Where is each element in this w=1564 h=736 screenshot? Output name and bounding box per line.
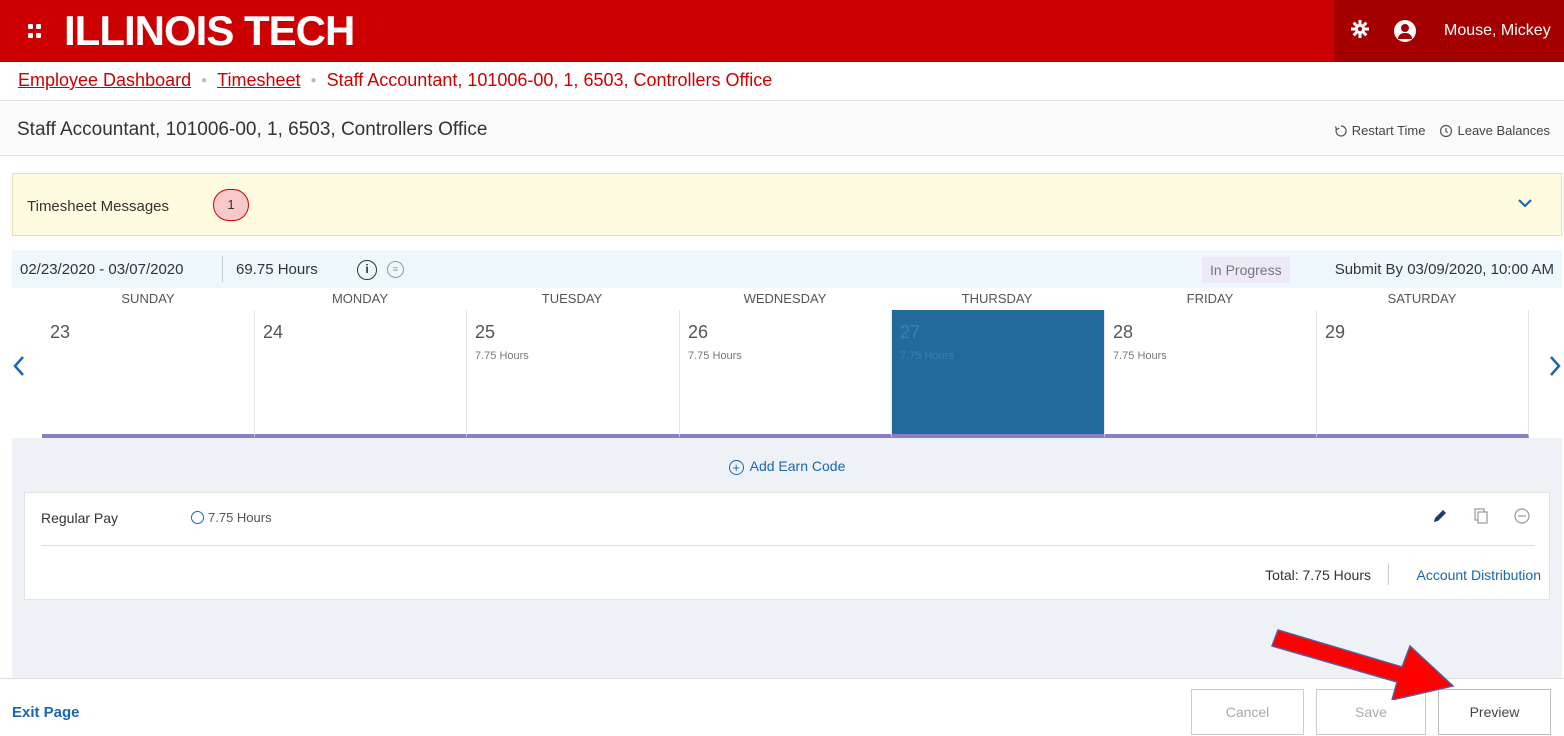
- summary-divider: [222, 256, 223, 282]
- leave-balances-button[interactable]: Leave Balances: [1439, 123, 1550, 138]
- top-header: ILLINOIS TECH Mouse, Mickey: [0, 0, 1564, 62]
- earn-divider: [41, 545, 1535, 546]
- day-cell-wednesday[interactable]: 26 7.75 Hours: [680, 310, 892, 438]
- day-header-monday: MONDAY: [331, 291, 389, 306]
- day-number: 27: [900, 322, 921, 342]
- earn-code-hours-value: 7.75 Hours: [208, 510, 272, 525]
- user-icon[interactable]: [1394, 20, 1416, 42]
- plus-circle-icon: +: [728, 460, 744, 475]
- account-distribution-link[interactable]: Account Distribution: [1416, 567, 1541, 583]
- timesheet-messages-label: Timesheet Messages: [27, 198, 170, 215]
- day-number: 23: [50, 322, 71, 342]
- user-name[interactable]: Mouse, Mickey: [1444, 22, 1551, 40]
- timesheet-messages-panel[interactable]: Timesheet Messages 1: [12, 173, 1562, 236]
- day-number: 28: [1113, 322, 1134, 342]
- earn-total: Total: 7.75 Hours: [1265, 567, 1371, 583]
- clock-icon: [191, 511, 204, 524]
- pencil-icon[interactable]: [1431, 507, 1449, 530]
- earn-code-card: Regular Pay 7.75 Hours Total: 7.75 Hours…: [24, 492, 1550, 600]
- restart-time-label: Restart Time: [1351, 123, 1426, 138]
- grid-menu-icon[interactable]: [28, 24, 42, 38]
- minus-circle-icon[interactable]: [1513, 507, 1531, 530]
- day-headers: SUNDAY MONDAY TUESDAY WEDNESDAY THURSDAY FRID…: [12, 288, 1562, 310]
- earn-code-actions: [1431, 507, 1531, 530]
- chevron-left-icon[interactable]: [12, 354, 26, 385]
- comment-icon[interactable]: ≡: [387, 261, 404, 278]
- info-icon[interactable]: i: [357, 260, 377, 280]
- exit-page-link[interactable]: Exit Page: [12, 704, 80, 721]
- breadcrumb-employee-dashboard[interactable]: Employee Dashboard: [18, 70, 191, 91]
- day-number: 26: [688, 322, 709, 342]
- day-cells: 23 24 25 7.75 Hours 26 7.75 Hours 27 7.75 Hours…: [12, 310, 1562, 438]
- day-cell-monday[interactable]: 24: [255, 310, 467, 438]
- day-cell-sunday[interactable]: 23: [42, 310, 255, 438]
- status-badge: In Progress: [1202, 257, 1290, 283]
- restart-time-button[interactable]: Restart Time: [1334, 123, 1426, 138]
- breadcrumb-timesheet[interactable]: Timesheet: [217, 70, 300, 91]
- breadcrumb-separator: ●: [201, 75, 208, 86]
- copy-icon[interactable]: [1473, 507, 1489, 530]
- submit-by-deadline: Submit By 03/09/2020, 10:00 AM: [1334, 261, 1554, 278]
- day-header-friday: FRIDAY: [1186, 291, 1234, 306]
- chevron-right-icon[interactable]: [1548, 354, 1562, 385]
- leave-balance-icon: [1440, 124, 1453, 137]
- day-header-sunday: SUNDAY: [121, 291, 175, 306]
- day-header-wednesday: WEDNESDAY: [743, 291, 827, 306]
- title-bar: Staff Accountant, 101006-00, 1, 6503, Co…: [0, 100, 1564, 156]
- day-hours: 7.75 Hours: [688, 350, 742, 362]
- day-number: 24: [263, 322, 284, 342]
- period-hours: 69.75 Hours: [236, 261, 318, 278]
- leave-balances-label: Leave Balances: [1457, 123, 1550, 138]
- day-header-thursday: THURSDAY: [961, 291, 1033, 306]
- add-earn-code-label: Add Earn Code: [749, 458, 846, 474]
- brand-logo: ILLINOIS TECH: [64, 7, 355, 54]
- red-arrow-annotation: [1271, 629, 1455, 700]
- earn-total-divider: [1388, 563, 1389, 585]
- page-title: Staff Accountant, 101006-00, 1, 6503, Co…: [17, 119, 488, 140]
- breadcrumb-current: Staff Accountant, 101006-00, 1, 6503, Co…: [326, 70, 773, 90]
- earn-code-hours: 7.75 Hours: [191, 510, 272, 525]
- gear-icon[interactable]: [1350, 19, 1370, 44]
- day-number: 29: [1325, 322, 1346, 342]
- messages-count-badge: 1: [213, 189, 249, 221]
- day-hours: 7.75 Hours: [475, 350, 529, 362]
- day-cell-thursday[interactable]: 27 7.75 Hours: [892, 310, 1105, 438]
- day-cell-saturday[interactable]: 29: [1317, 310, 1529, 438]
- day-hours: 7.75 Hours: [1113, 350, 1167, 362]
- day-header-saturday: SATURDAY: [1387, 291, 1457, 306]
- day-cell-friday[interactable]: 28 7.75 Hours: [1105, 310, 1317, 438]
- period-summary: 02/23/2020 - 03/07/2020 69.75 Hours i ≡ …: [12, 250, 1562, 288]
- breadcrumb-separator: ●: [310, 75, 317, 86]
- restart-icon: [1334, 124, 1347, 137]
- header-user-area: Mouse, Mickey: [1334, 0, 1564, 62]
- add-earn-code-button[interactable]: + Add Earn Code: [12, 458, 1562, 475]
- day-number: 25: [475, 322, 496, 342]
- day-hours: 7.75 Hours: [900, 350, 954, 362]
- title-actions: Restart Time Leave Balances: [1334, 123, 1550, 138]
- earn-code-name: Regular Pay: [41, 510, 119, 526]
- day-cell-tuesday[interactable]: 25 7.75 Hours: [467, 310, 680, 438]
- day-header-tuesday: TUESDAY: [541, 291, 603, 306]
- period-range: 02/23/2020 - 03/07/2020: [20, 261, 184, 278]
- breadcrumb: Employee Dashboard ● Timesheet ● Staff A…: [18, 70, 772, 91]
- chevron-down-icon[interactable]: [1517, 192, 1533, 213]
